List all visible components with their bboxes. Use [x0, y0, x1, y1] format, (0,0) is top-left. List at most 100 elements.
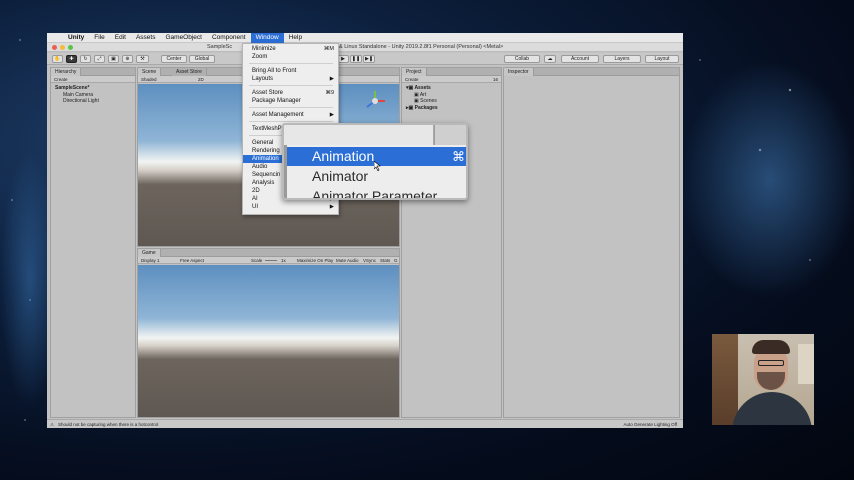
auto-lighting-status: Auto Generate Lighting Off — [623, 422, 677, 427]
center-toggle[interactable]: Center — [161, 55, 187, 63]
scene-2d-toggle[interactable]: 2D — [198, 76, 204, 83]
rotate-tool-icon[interactable]: ↻ — [80, 55, 91, 63]
menu-app-unity[interactable]: Unity — [63, 33, 89, 43]
shaded-dropdown[interactable]: Shaded — [141, 77, 157, 82]
main-toolbar: ✋ ✚ ↻ ⤢ ▣ ⊕ ⚒ Center Global ▶ ❚❚ ▶❚ Coll… — [47, 53, 683, 65]
command-key-icon: ⌘ — [452, 149, 465, 164]
menu-item-asset-management[interactable]: Asset Management ▶ — [243, 111, 338, 119]
menu-separator — [249, 107, 333, 108]
menu-file[interactable]: File — [89, 33, 109, 43]
glasses-icon — [758, 360, 784, 366]
project-assets-label: Assets — [414, 85, 431, 91]
animation-submenu-zoom: Animation ⌘ Animator Animator Parameter — [282, 123, 468, 200]
cloud-icon[interactable]: ☁ — [544, 55, 556, 63]
stats-toggle[interactable]: Stats — [380, 257, 390, 264]
menu-edit[interactable]: Edit — [110, 33, 131, 43]
global-toggle[interactable]: Global — [189, 55, 215, 63]
inspector-tabrow: Inspector — [504, 68, 679, 76]
move-tool-icon[interactable]: ✚ — [66, 55, 77, 63]
vsync-toggle[interactable]: VSync — [363, 257, 376, 264]
warning-icon: ⚠ — [50, 422, 55, 427]
transform-tool-icon[interactable]: ⊕ — [122, 55, 133, 63]
folder-icon: ▸▣ — [406, 104, 415, 111]
menu-item-bring-all[interactable]: Bring All to Front — [243, 67, 338, 75]
close-dot-icon[interactable] — [52, 45, 57, 50]
mute-audio-toggle[interactable]: Mute Audio — [336, 257, 359, 264]
submenu-item-animation-label: Animation — [312, 148, 375, 164]
tab-hierarchy[interactable]: Hierarchy — [51, 68, 82, 76]
menu-separator — [249, 63, 333, 64]
person-hair — [752, 340, 790, 354]
menu-item-ai-label: AI — [252, 196, 258, 202]
tab-game[interactable]: Game — [138, 249, 161, 257]
scale-tool-icon[interactable]: ⤢ — [94, 55, 105, 63]
hierarchy-item-directional-light[interactable]: Directional Light — [55, 98, 99, 105]
inspector-panel: Inspector — [503, 67, 680, 418]
menu-item-package-manager[interactable]: Package Manager — [243, 97, 338, 105]
menu-item-layouts[interactable]: Layouts ▶ — [243, 75, 338, 83]
custom-tool-icon[interactable]: ⚒ — [136, 55, 149, 63]
menu-component[interactable]: Component — [207, 33, 251, 43]
hierarchy-create[interactable]: Create — [51, 76, 135, 83]
account-dropdown[interactable]: Account — [561, 55, 599, 63]
project-tree: ▾▣ Assets ▣ Art ▣ Scenes ▸▣ Packages — [406, 85, 438, 111]
menu-help[interactable]: Help — [284, 33, 307, 43]
gizmos-toggle[interactable]: G — [394, 257, 398, 264]
menu-item-ui-label: UI — [252, 204, 258, 210]
menu-window[interactable]: Window — [250, 32, 284, 43]
pause-button[interactable]: ❚❚ — [350, 55, 362, 63]
menu-assets[interactable]: Assets — [131, 33, 161, 43]
collab-dropdown[interactable]: Collab — [504, 55, 540, 63]
bookshelf — [712, 334, 738, 425]
submenu-arrow-icon: ▶ — [329, 204, 334, 210]
minimize-shortcut: ⌘M — [323, 46, 334, 52]
hierarchy-panel: Hierarchy Create SampleScene* Main Camer… — [50, 67, 136, 418]
hand-tool-icon[interactable]: ✋ — [52, 55, 63, 63]
layout-dropdown[interactable]: Layout — [645, 55, 679, 63]
minimize-dot-icon[interactable] — [60, 45, 65, 50]
submenu-item-animator-parameter[interactable]: Animator Parameter — [287, 187, 466, 198]
status-message[interactable]: Should not be capturing when there is a … — [58, 420, 158, 429]
hierarchy-tabrow: Hierarchy — [51, 68, 135, 76]
tab-asset-store[interactable]: Asset Store — [172, 68, 207, 76]
project-art-label: Art — [419, 91, 427, 98]
unity-window: SampleSc & Linux Standalone - Unity 2019… — [47, 43, 683, 428]
scene-gizmo-icon[interactable] — [364, 90, 386, 112]
tab-project[interactable]: Project — [402, 68, 427, 76]
tab-inspector[interactable]: Inspector — [504, 68, 534, 76]
game-subbar: Display 1 Free Aspect Scale 1x Maximize … — [138, 257, 399, 264]
step-button[interactable]: ▶❚ — [363, 55, 375, 63]
project-create[interactable]: Create — [405, 77, 419, 82]
project-scenes-label: Scenes — [420, 98, 437, 104]
wall-frame — [798, 344, 814, 384]
submenu-top-strip — [284, 125, 434, 145]
menu-item-minimize[interactable]: Minimize ⌘M — [243, 45, 338, 53]
maximize-dot-icon[interactable] — [68, 45, 73, 50]
scale-slider[interactable] — [265, 260, 277, 261]
aspect-dropdown[interactable]: Free Aspect — [180, 257, 204, 264]
layers-dropdown[interactable]: Layers — [603, 55, 641, 63]
window-title-right: & Linux Standalone - Unity 2019.2.8f1 Pe… — [339, 44, 504, 50]
menu-item-minimize-label: Minimize — [252, 46, 276, 52]
project-packages-label: Packages — [414, 104, 438, 111]
menu-item-asset-management-label: Asset Management — [252, 112, 304, 118]
project-subbar: Create 16 — [402, 76, 501, 83]
submenu-top-strip-right — [435, 125, 466, 145]
window-title-left: SampleSc — [207, 44, 233, 50]
maximize-on-play-toggle[interactable]: Maximize On Play — [297, 257, 333, 264]
project-count: 16 — [492, 77, 498, 82]
menu-item-ui[interactable]: UI ▶ — [243, 203, 338, 211]
menu-item-asset-store[interactable]: Asset Store ⌘9 — [243, 89, 338, 97]
asset-store-shortcut: ⌘9 — [325, 90, 334, 96]
tab-scene[interactable]: Scene — [138, 68, 162, 76]
hierarchy-tree: SampleScene* Main Camera Directional Lig… — [55, 85, 99, 105]
menu-gameobject[interactable]: GameObject — [160, 33, 207, 43]
menu-item-zoom[interactable]: Zoom — [243, 53, 338, 61]
status-bar: ⚠ Should not be capturing when there is … — [47, 419, 683, 428]
display-dropdown[interactable]: Display 1 — [141, 258, 160, 263]
game-viewport[interactable] — [138, 265, 399, 417]
nebula-right — [680, 60, 854, 300]
game-tabrow: Game — [138, 249, 399, 257]
rect-tool-icon[interactable]: ▣ — [108, 55, 119, 63]
project-packages-folder[interactable]: ▸▣ Packages — [406, 105, 438, 112]
